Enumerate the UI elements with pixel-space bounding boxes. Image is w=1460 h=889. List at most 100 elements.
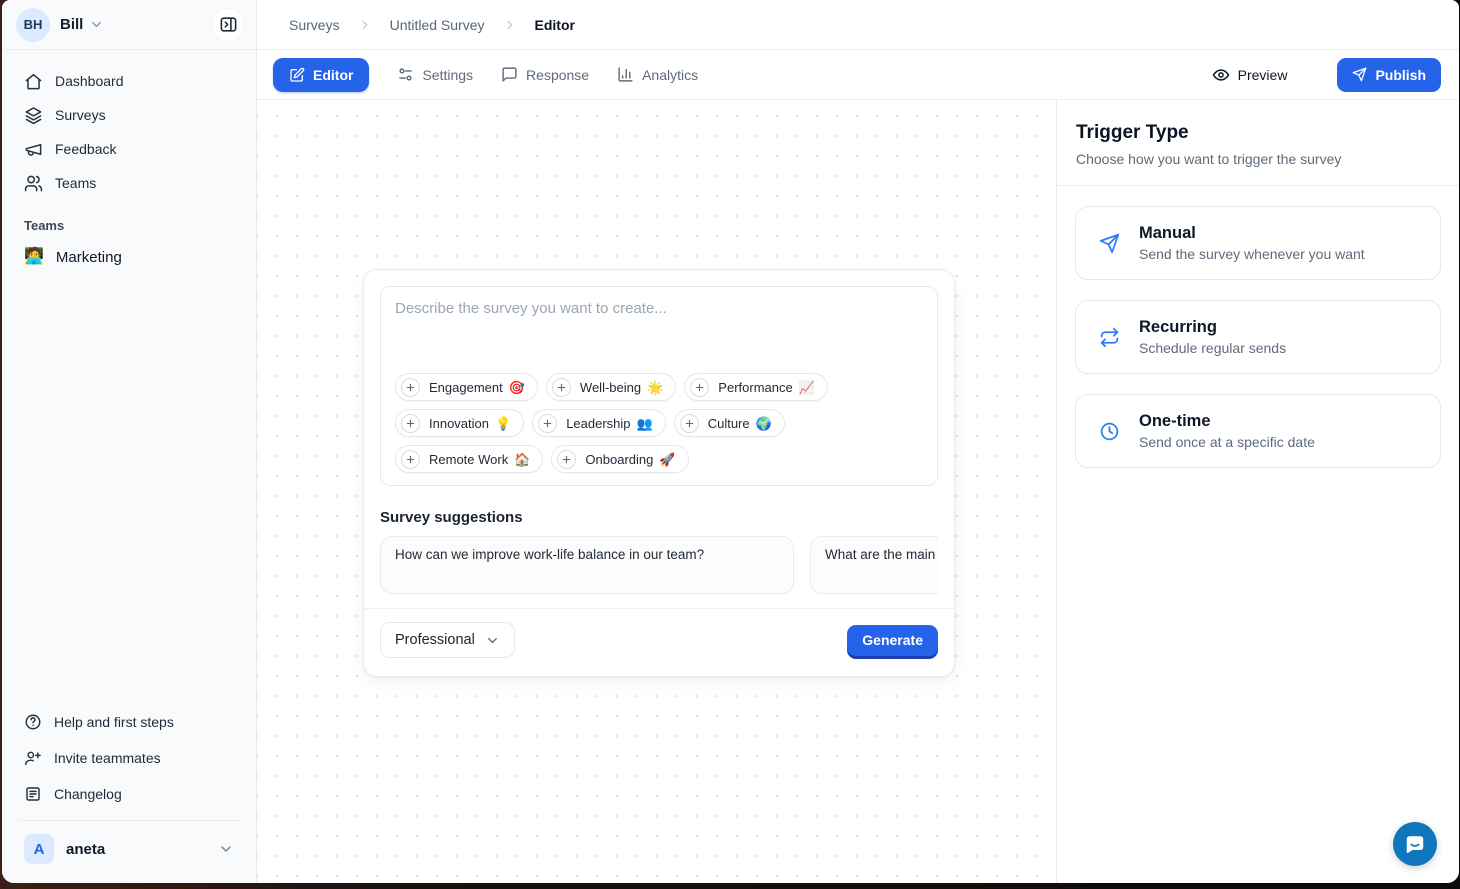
ai-composer-card: Engagement 🎯 Well-being 🌟 Performance bbox=[363, 269, 955, 677]
editor-canvas[interactable]: Engagement 🎯 Well-being 🌟 Performance bbox=[257, 100, 1056, 883]
trigger-option-text: One-time Send once at a specific date bbox=[1139, 412, 1315, 450]
trigger-options: Manual Send the survey whenever you want… bbox=[1057, 186, 1459, 488]
sidebar-item-invite[interactable]: Invite teammates bbox=[14, 740, 244, 776]
workspace-header: BH Bill bbox=[2, 0, 256, 50]
composer-footer: Professional Generate bbox=[364, 608, 954, 664]
sidebar-item-changelog[interactable]: Changelog bbox=[14, 776, 244, 812]
message-square-icon bbox=[501, 66, 518, 83]
sidebar-item-label: Surveys bbox=[55, 107, 106, 123]
eye-icon bbox=[1212, 66, 1230, 84]
publish-label: Publish bbox=[1375, 67, 1426, 83]
plus-icon bbox=[557, 450, 576, 469]
breadcrumb-item-untitled-survey[interactable]: Untitled Survey bbox=[390, 17, 485, 33]
sidebar-nav: Dashboard Surveys Feedback Teams bbox=[2, 50, 256, 275]
chip-engagement[interactable]: Engagement 🎯 bbox=[395, 373, 538, 401]
workspace-avatar: BH bbox=[16, 8, 50, 42]
editor-toolbar: Editor Settings Response Analytics bbox=[257, 50, 1459, 100]
home-icon bbox=[24, 72, 43, 91]
topic-chips: Engagement 🎯 Well-being 🌟 Performance bbox=[395, 373, 923, 473]
chip-well-being[interactable]: Well-being 🌟 bbox=[546, 373, 676, 401]
chevron-down-icon[interactable] bbox=[89, 17, 104, 32]
chip-culture[interactable]: Culture 🌍 bbox=[674, 409, 785, 437]
trigger-option-title: Manual bbox=[1139, 224, 1365, 243]
team-name: Marketing bbox=[56, 249, 122, 266]
sidebar-item-label: Invite teammates bbox=[54, 750, 161, 766]
suggestion-card[interactable]: How can we improve work-life balance in … bbox=[380, 536, 794, 594]
generate-button[interactable]: Generate bbox=[847, 625, 938, 656]
preview-button[interactable]: Preview bbox=[1212, 66, 1288, 84]
repeat-icon bbox=[1099, 327, 1120, 348]
trigger-option-title: One-time bbox=[1139, 412, 1315, 431]
sidebar-item-label: Help and first steps bbox=[54, 714, 174, 730]
composer-input-box: Engagement 🎯 Well-being 🌟 Performance bbox=[380, 286, 938, 486]
suggestions-title: Survey suggestions bbox=[380, 509, 938, 526]
trigger-panel-header: Trigger Type Choose how you want to trig… bbox=[1057, 100, 1459, 186]
survey-description-input[interactable] bbox=[395, 300, 923, 365]
account-avatar: A bbox=[24, 834, 54, 864]
sidebar-item-label: Teams bbox=[55, 175, 96, 191]
newspaper-icon bbox=[24, 785, 42, 803]
plus-icon bbox=[690, 378, 709, 397]
chip-innovation[interactable]: Innovation 💡 bbox=[395, 409, 524, 437]
edit-icon bbox=[289, 67, 305, 83]
breadcrumb-item-surveys[interactable]: Surveys bbox=[289, 17, 340, 33]
trigger-option-manual[interactable]: Manual Send the survey whenever you want bbox=[1075, 206, 1441, 280]
sidebar-item-help[interactable]: Help and first steps bbox=[14, 704, 244, 740]
plus-icon bbox=[552, 378, 571, 397]
tab-settings[interactable]: Settings bbox=[397, 66, 473, 83]
chat-launcher-button[interactable] bbox=[1393, 822, 1437, 866]
panel-title: Trigger Type bbox=[1076, 122, 1440, 144]
chip-emoji: 💡 bbox=[495, 417, 511, 430]
sidebar-item-surveys[interactable]: Surveys bbox=[14, 98, 244, 132]
chevron-right-icon bbox=[503, 18, 517, 32]
chip-emoji: 🚀 bbox=[659, 453, 675, 466]
plus-icon bbox=[401, 378, 420, 397]
trigger-option-recurring[interactable]: Recurring Schedule regular sends bbox=[1075, 300, 1441, 374]
sidebar: BH Bill Dashboard Surv bbox=[2, 0, 257, 883]
app-window: BH Bill Dashboard Surv bbox=[2, 0, 1459, 883]
chevron-down-icon bbox=[218, 841, 234, 857]
trigger-option-title: Recurring bbox=[1139, 318, 1286, 337]
chip-leadership[interactable]: Leadership 👥 bbox=[532, 409, 666, 437]
team-emoji: 🧑‍💻 bbox=[24, 249, 44, 265]
plus-icon bbox=[680, 414, 699, 433]
suggestions-row: How can we improve work-life balance in … bbox=[380, 536, 938, 594]
publish-button[interactable]: Publish bbox=[1337, 58, 1441, 92]
sidebar-item-label: Dashboard bbox=[55, 73, 124, 89]
tab-response[interactable]: Response bbox=[501, 66, 589, 83]
sidebar-item-team-marketing[interactable]: 🧑‍💻 Marketing bbox=[14, 239, 244, 275]
user-plus-icon bbox=[24, 749, 42, 767]
trigger-type-panel: Trigger Type Choose how you want to trig… bbox=[1056, 100, 1459, 883]
sidebar-collapse-button[interactable] bbox=[212, 9, 244, 41]
sidebar-item-feedback[interactable]: Feedback bbox=[14, 132, 244, 166]
workspace-name[interactable]: Bill bbox=[60, 16, 83, 33]
content-row: Engagement 🎯 Well-being 🌟 Performance bbox=[257, 100, 1459, 883]
layers-icon bbox=[24, 106, 43, 125]
sidebar-item-dashboard[interactable]: Dashboard bbox=[14, 64, 244, 98]
chip-onboarding[interactable]: Onboarding 🚀 bbox=[551, 445, 688, 473]
sliders-icon bbox=[397, 66, 414, 83]
tab-analytics[interactable]: Analytics bbox=[617, 66, 698, 83]
main-area: Surveys Untitled Survey Editor Editor bbox=[257, 0, 1459, 883]
sidebar-spacer bbox=[2, 275, 256, 696]
chat-bubble-icon bbox=[1404, 833, 1426, 855]
megaphone-icon bbox=[24, 140, 43, 159]
trigger-option-description: Send once at a specific date bbox=[1139, 434, 1315, 450]
chip-remote-work[interactable]: Remote Work 🏠 bbox=[395, 445, 543, 473]
chip-emoji: 📈 bbox=[799, 381, 815, 394]
trigger-option-one-time[interactable]: One-time Send once at a specific date bbox=[1075, 394, 1441, 468]
tab-editor[interactable]: Editor bbox=[273, 58, 369, 92]
tone-value: Professional bbox=[395, 632, 475, 648]
chevron-down-icon bbox=[485, 633, 500, 648]
chip-performance[interactable]: Performance 📈 bbox=[684, 373, 828, 401]
preview-label: Preview bbox=[1238, 67, 1288, 83]
plus-icon bbox=[401, 450, 420, 469]
clock-icon bbox=[1099, 421, 1120, 442]
send-icon bbox=[1352, 67, 1367, 82]
tone-select[interactable]: Professional bbox=[380, 622, 515, 658]
trigger-option-text: Recurring Schedule regular sends bbox=[1139, 318, 1286, 356]
chevron-right-icon bbox=[358, 18, 372, 32]
sidebar-item-teams[interactable]: Teams bbox=[14, 166, 244, 200]
account-menu[interactable]: A aneta bbox=[14, 829, 244, 873]
suggestion-card[interactable]: What are the main ob bbox=[810, 536, 938, 594]
